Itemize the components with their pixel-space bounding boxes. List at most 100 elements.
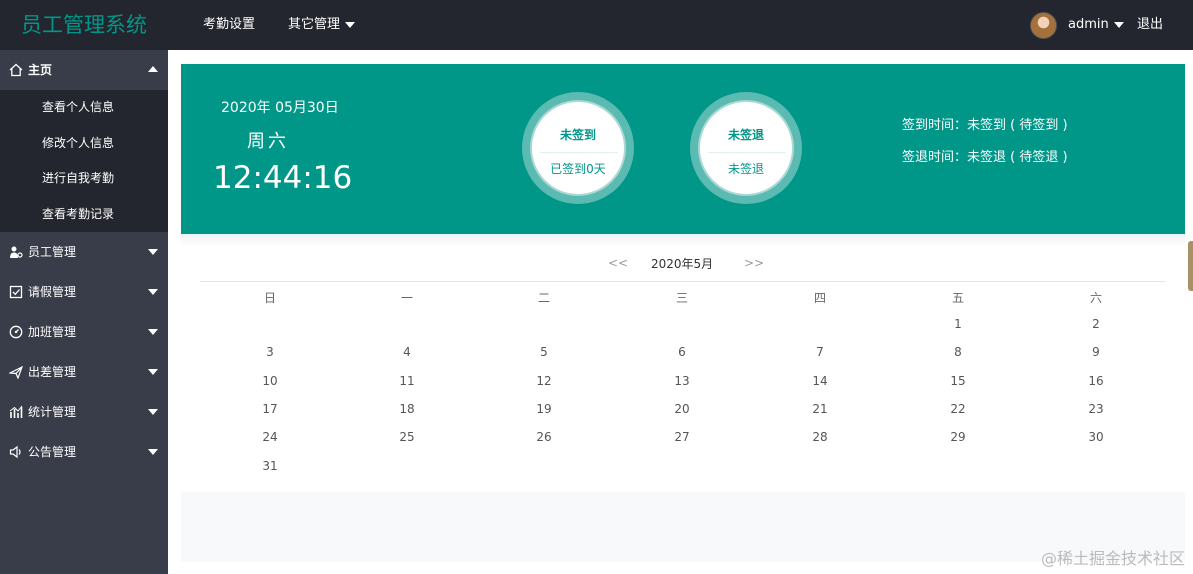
sidebar-subitem-edit-profile[interactable]: 修改个人信息 <box>0 126 168 162</box>
nav-attendance-settings[interactable]: 考勤设置 <box>203 0 255 50</box>
chevron-down-icon <box>148 449 158 455</box>
sidebar-subitem-self-attendance[interactable]: 进行自我考勤 <box>0 161 168 197</box>
calendar-weekday-header: 五 <box>951 291 964 305</box>
calendar-day[interactable]: 1 <box>938 317 978 331</box>
home-icon <box>9 63 23 77</box>
calendar-day[interactable]: 18 <box>387 402 427 416</box>
chevron-up-icon <box>148 66 158 72</box>
sidebar-item-overtime-management[interactable]: 加班管理 <box>0 312 168 352</box>
sidebar-item-business-trip-management[interactable]: 出差管理 <box>0 352 168 392</box>
speaker-icon <box>9 445 23 459</box>
sidebar-item-label: 统计管理 <box>28 405 77 419</box>
sidebar-item-employee-management[interactable]: 员工管理 <box>0 232 168 272</box>
calendar-day[interactable]: 23 <box>1076 402 1116 416</box>
calendar-weekday-header: 四 <box>813 291 826 305</box>
signout-button[interactable]: 未签退 未签退 <box>690 92 802 204</box>
top-header: 员工管理系统 考勤设置 其它管理 admin 退出 <box>0 0 1193 50</box>
airplane-icon <box>7 365 24 380</box>
current-weekday: 周六 <box>247 131 289 152</box>
sidebar-item-leave-management[interactable]: 请假管理 <box>0 272 168 312</box>
home-submenu: 查看个人信息 修改个人信息 进行自我考勤 查看考勤记录 <box>0 90 168 232</box>
calendar-weekday-header: 一 <box>400 291 413 305</box>
user-avatar[interactable] <box>1030 12 1057 39</box>
calendar-weekday-header: 二 <box>537 291 550 305</box>
attendance-banner: 2020年 05月30日 周六 12:44:16 未签到 已签到0天 未签退 未… <box>181 64 1185 234</box>
calendar-day[interactable]: 31 <box>250 459 290 473</box>
calendar-month-title: 2020年5月 <box>651 257 714 271</box>
chevron-down-icon <box>148 329 158 335</box>
calendar-day[interactable]: 24 <box>250 430 290 444</box>
divider <box>708 152 786 153</box>
calendar-day[interactable]: 19 <box>524 402 564 416</box>
calendar-day[interactable]: 20 <box>662 402 702 416</box>
app-logo[interactable]: 员工管理系统 <box>0 0 168 50</box>
chevron-down-icon <box>148 409 158 415</box>
sidebar-item-label: 主页 <box>28 63 53 77</box>
calendar-day[interactable]: 2 <box>1076 317 1116 331</box>
calendar-day[interactable]: 16 <box>1076 374 1116 388</box>
employee-icon <box>9 245 23 259</box>
signout-circle: 未签退 未签退 <box>698 100 794 196</box>
nav-other-management-label: 其它管理 <box>288 17 341 32</box>
calendar-day[interactable]: 10 <box>250 374 290 388</box>
sidebar-subitem-attendance-records[interactable]: 查看考勤记录 <box>0 197 168 233</box>
signout-status: 未签退 <box>727 128 764 142</box>
calendar-day[interactable]: 3 <box>250 345 290 359</box>
nav-other-management[interactable]: 其它管理 <box>288 0 356 50</box>
calendar-top-shade <box>181 234 1185 246</box>
calendar-day[interactable]: 11 <box>387 374 427 388</box>
chevron-down-icon <box>1113 21 1124 28</box>
current-date: 2020年 05月30日 <box>221 100 339 116</box>
chevron-down-icon <box>148 369 158 375</box>
logout-link[interactable]: 退出 <box>1137 0 1163 50</box>
calendar-weekday-header: 日 <box>263 291 276 305</box>
calendar-day[interactable]: 15 <box>938 374 978 388</box>
chevron-down-icon <box>148 289 158 295</box>
sidebar-item-label: 出差管理 <box>28 365 77 379</box>
calendar-day[interactable]: 28 <box>800 430 840 444</box>
calendar-day[interactable]: 14 <box>800 374 840 388</box>
signout-time-line: 签退时间：未签退 ( 待签退 ) <box>902 150 1068 165</box>
current-time: 12:44:16 <box>213 160 353 196</box>
calendar-day[interactable]: 17 <box>250 402 290 416</box>
sidebar-item-announcement-management[interactable]: 公告管理 <box>0 432 168 472</box>
dashboard-icon <box>9 325 23 339</box>
calendar-day[interactable]: 4 <box>387 345 427 359</box>
chevron-down-icon <box>345 21 356 28</box>
signin-time-line: 签到时间：未签到 ( 待签到 ) <box>902 118 1068 133</box>
calendar-day[interactable]: 21 <box>800 402 840 416</box>
sidebar-subitem-view-profile[interactable]: 查看个人信息 <box>0 90 168 126</box>
divider <box>540 152 618 153</box>
calendar-weekday-header: 六 <box>1089 291 1102 305</box>
sidebar-item-label: 公告管理 <box>28 445 77 459</box>
calendar-day[interactable]: 8 <box>938 345 978 359</box>
sidebar-item-statistics-management[interactable]: 统计管理 <box>0 392 168 432</box>
calendar-day[interactable]: 22 <box>938 402 978 416</box>
sidebar: 主页 查看个人信息 修改个人信息 进行自我考勤 查看考勤记录 员工管理 请假管理… <box>0 50 168 574</box>
calendar-day[interactable]: 29 <box>938 430 978 444</box>
sidebar-item-home[interactable]: 主页 <box>0 50 168 90</box>
sidebar-item-label: 请假管理 <box>28 285 77 299</box>
calendar-next-button[interactable]: >> <box>744 255 764 271</box>
calendar-day[interactable]: 5 <box>524 345 564 359</box>
signin-button[interactable]: 未签到 已签到0天 <box>522 92 634 204</box>
calendar-divider <box>200 281 1165 282</box>
calendar-footer <box>181 492 1185 562</box>
calendar-day[interactable]: 6 <box>662 345 702 359</box>
signin-status: 未签到 <box>559 128 596 142</box>
calendar-day[interactable]: 25 <box>387 430 427 444</box>
calendar-prev-button[interactable]: << <box>608 255 628 271</box>
calendar-day[interactable]: 30 <box>1076 430 1116 444</box>
calendar-day[interactable]: 27 <box>662 430 702 444</box>
calendar-day[interactable]: 12 <box>524 374 564 388</box>
signout-sub: 未签退 <box>727 162 764 176</box>
user-menu[interactable]: admin <box>1068 0 1124 50</box>
calendar-day[interactable]: 9 <box>1076 345 1116 359</box>
calendar-day[interactable]: 7 <box>800 345 840 359</box>
side-drawer-handle[interactable] <box>1188 241 1193 291</box>
calendar-weekday-header: 三 <box>675 291 688 305</box>
signin-days: 已签到0天 <box>550 162 606 176</box>
chevron-down-icon <box>148 249 158 255</box>
calendar-day[interactable]: 13 <box>662 374 702 388</box>
calendar-day[interactable]: 26 <box>524 430 564 444</box>
